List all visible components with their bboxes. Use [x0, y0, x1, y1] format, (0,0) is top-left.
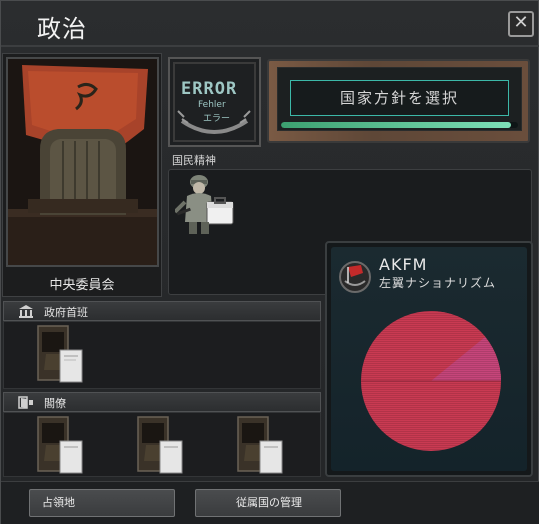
- title-divider: [1, 45, 539, 47]
- leader-name: 中央委員会: [49, 278, 115, 293]
- minister-slot[interactable]: [236, 415, 288, 477]
- minister-slot[interactable]: [36, 415, 88, 477]
- head-of-government-label: 政府首班: [44, 306, 88, 319]
- ideology-error-text: ERROR: [181, 79, 238, 99]
- head-of-government-header: 政府首班: [3, 301, 321, 321]
- national-focus-progress-bar: [281, 122, 518, 128]
- government-building-icon: [19, 305, 33, 318]
- leader-panel: 中央委員会: [2, 53, 162, 297]
- party-support-pie[interactable]: [359, 309, 503, 453]
- soldier-with-briefcase-icon[interactable]: [173, 172, 235, 236]
- select-national-focus-button[interactable]: 国家方針を選択: [290, 80, 509, 116]
- ruling-party-inner: AKFM 左翼ナショナリズム: [331, 247, 527, 471]
- ideology-error-subtext-jp: エラー: [203, 114, 231, 124]
- ministers-label: 閣僚: [44, 397, 66, 410]
- door-icon: [18, 396, 33, 409]
- close-button[interactable]: ✕: [508, 11, 534, 37]
- ideology-error-subtext: Fehler: [198, 100, 226, 110]
- head-of-government-slot-area: [3, 321, 321, 389]
- ruling-party-panel: AKFM 左翼ナショナリズム: [325, 241, 533, 477]
- head-of-government-slot[interactable]: [36, 324, 88, 386]
- leader-portrait[interactable]: [6, 57, 159, 267]
- party-abbreviation: AKFM: [379, 255, 428, 274]
- politics-window: 政治 ✕ 中央委員会 ERROR Fehler エラー 国家方針を選択 国民精神…: [0, 0, 539, 524]
- ideology-icon[interactable]: ERROR Fehler エラー: [168, 57, 261, 147]
- national-focus-progress-fill: [281, 122, 511, 128]
- ministers-header: 閣僚: [3, 392, 321, 412]
- national-focus-frame: 国家方針を選択: [267, 59, 530, 143]
- occupied-territories-button[interactable]: 占領地: [29, 489, 175, 517]
- red-flag-icon: [337, 259, 373, 293]
- party-ideology: 左翼ナショナリズム: [379, 276, 497, 290]
- minister-slot[interactable]: [136, 415, 188, 477]
- ministers-slot-area: [3, 412, 321, 477]
- national-spirits-label: 国民精神: [172, 154, 216, 167]
- window-title: 政治: [37, 15, 87, 43]
- manage-subjects-button[interactable]: 従属国の管理: [195, 489, 341, 517]
